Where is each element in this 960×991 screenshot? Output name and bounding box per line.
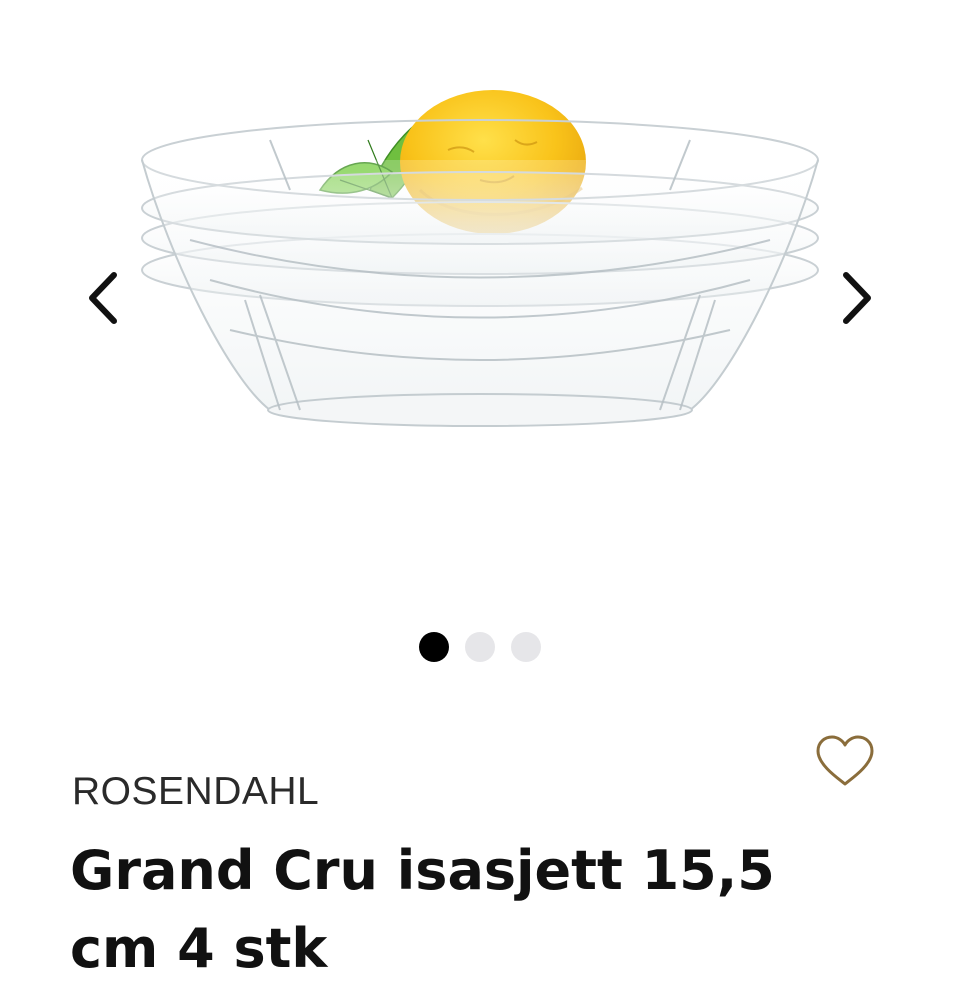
wishlist-button[interactable] (812, 732, 878, 792)
product-page: ROSENDAHL Grand Cru isasjett 15,5 cm 4 s… (0, 0, 960, 991)
carousel-dot-2[interactable] (465, 632, 495, 662)
heart-outline-icon (816, 735, 874, 786)
carousel-dot-1[interactable] (419, 632, 449, 662)
chevron-right-icon (843, 272, 871, 324)
product-image-carousel[interactable] (0, 0, 960, 620)
product-brand[interactable]: ROSENDAHL (72, 770, 319, 814)
chevron-left-icon (89, 272, 117, 324)
carousel-prev-button[interactable] (74, 268, 134, 328)
carousel-dot-3[interactable] (511, 632, 541, 662)
product-image (141, 90, 819, 427)
carousel-pagination (0, 632, 960, 662)
carousel-next-button[interactable] (826, 268, 886, 328)
product-title: Grand Cru isasjett 15,5 cm 4 stk (70, 839, 775, 980)
